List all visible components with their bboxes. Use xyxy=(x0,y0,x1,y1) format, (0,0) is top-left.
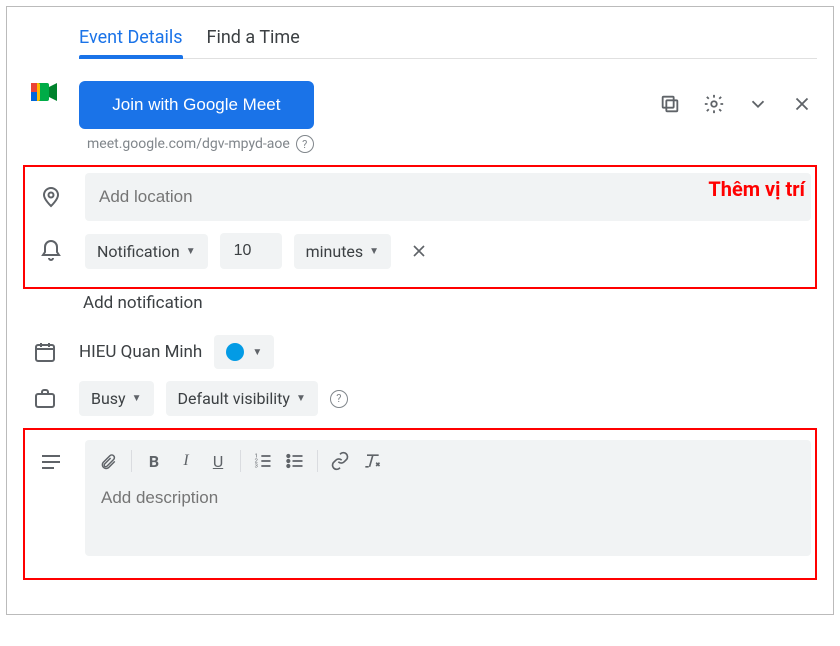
availability-select[interactable]: Busy ▼ xyxy=(79,381,154,416)
tab-event-details[interactable]: Event Details xyxy=(79,25,183,58)
chevron-down-icon: ▼ xyxy=(369,246,379,257)
copy-icon[interactable] xyxy=(655,89,685,119)
join-google-meet-button[interactable]: Join with Google Meet xyxy=(79,81,314,129)
visibility-select[interactable]: Default visibility ▼ xyxy=(166,381,318,416)
meet-link-text: meet.google.com/dgv-mpyd-aoe xyxy=(87,136,290,152)
briefcase-icon xyxy=(33,387,57,411)
notification-value-input[interactable] xyxy=(232,241,270,261)
svg-text:3: 3 xyxy=(255,464,258,470)
link-icon[interactable] xyxy=(330,451,350,471)
bullet-list-icon[interactable] xyxy=(285,451,305,471)
bold-icon[interactable]: B xyxy=(144,452,164,471)
description-input[interactable] xyxy=(85,478,811,556)
separator xyxy=(240,450,241,472)
remove-notification-button[interactable] xyxy=(403,241,435,261)
chevron-down-icon: ▼ xyxy=(252,347,262,358)
bell-icon xyxy=(39,239,63,263)
description-icon xyxy=(39,450,63,474)
close-icon[interactable] xyxy=(787,89,817,119)
clear-format-icon[interactable] xyxy=(362,451,382,471)
chevron-down-icon: ▼ xyxy=(296,393,306,404)
location-input[interactable] xyxy=(85,173,811,221)
annotation-location-label: Thêm vị trí xyxy=(708,177,805,201)
italic-icon[interactable]: I xyxy=(176,452,196,470)
description-editor[interactable]: B I U 123 xyxy=(85,440,811,556)
chevron-down-icon: ▼ xyxy=(132,393,142,404)
notification-type-select[interactable]: Notification ▼ xyxy=(85,234,208,269)
help-icon[interactable]: ? xyxy=(330,390,348,408)
visibility-label: Default visibility xyxy=(178,389,290,408)
calendar-owner-label: HIEU Quan Minh xyxy=(79,342,202,362)
numbered-list-icon[interactable]: 123 xyxy=(253,451,273,471)
attach-icon[interactable] xyxy=(99,451,119,471)
color-dot-icon xyxy=(226,343,244,361)
add-notification-button[interactable]: Add notification xyxy=(83,293,203,313)
separator xyxy=(317,450,318,472)
gear-icon[interactable] xyxy=(699,89,729,119)
chevron-down-icon: ▼ xyxy=(186,246,196,257)
notification-unit-select[interactable]: minutes ▼ xyxy=(294,234,391,269)
google-meet-icon xyxy=(31,81,59,103)
chevron-down-icon[interactable] xyxy=(743,89,773,119)
notification-type-label: Notification xyxy=(97,242,180,261)
underline-icon[interactable]: U xyxy=(208,452,228,471)
tab-find-a-time[interactable]: Find a Time xyxy=(207,25,300,58)
help-icon[interactable]: ? xyxy=(296,135,314,153)
separator xyxy=(131,450,132,472)
availability-label: Busy xyxy=(91,389,126,408)
calendar-icon xyxy=(33,340,57,364)
location-icon xyxy=(39,185,63,209)
calendar-color-select[interactable]: ▼ xyxy=(214,335,274,369)
notification-unit-label: minutes xyxy=(306,242,364,261)
